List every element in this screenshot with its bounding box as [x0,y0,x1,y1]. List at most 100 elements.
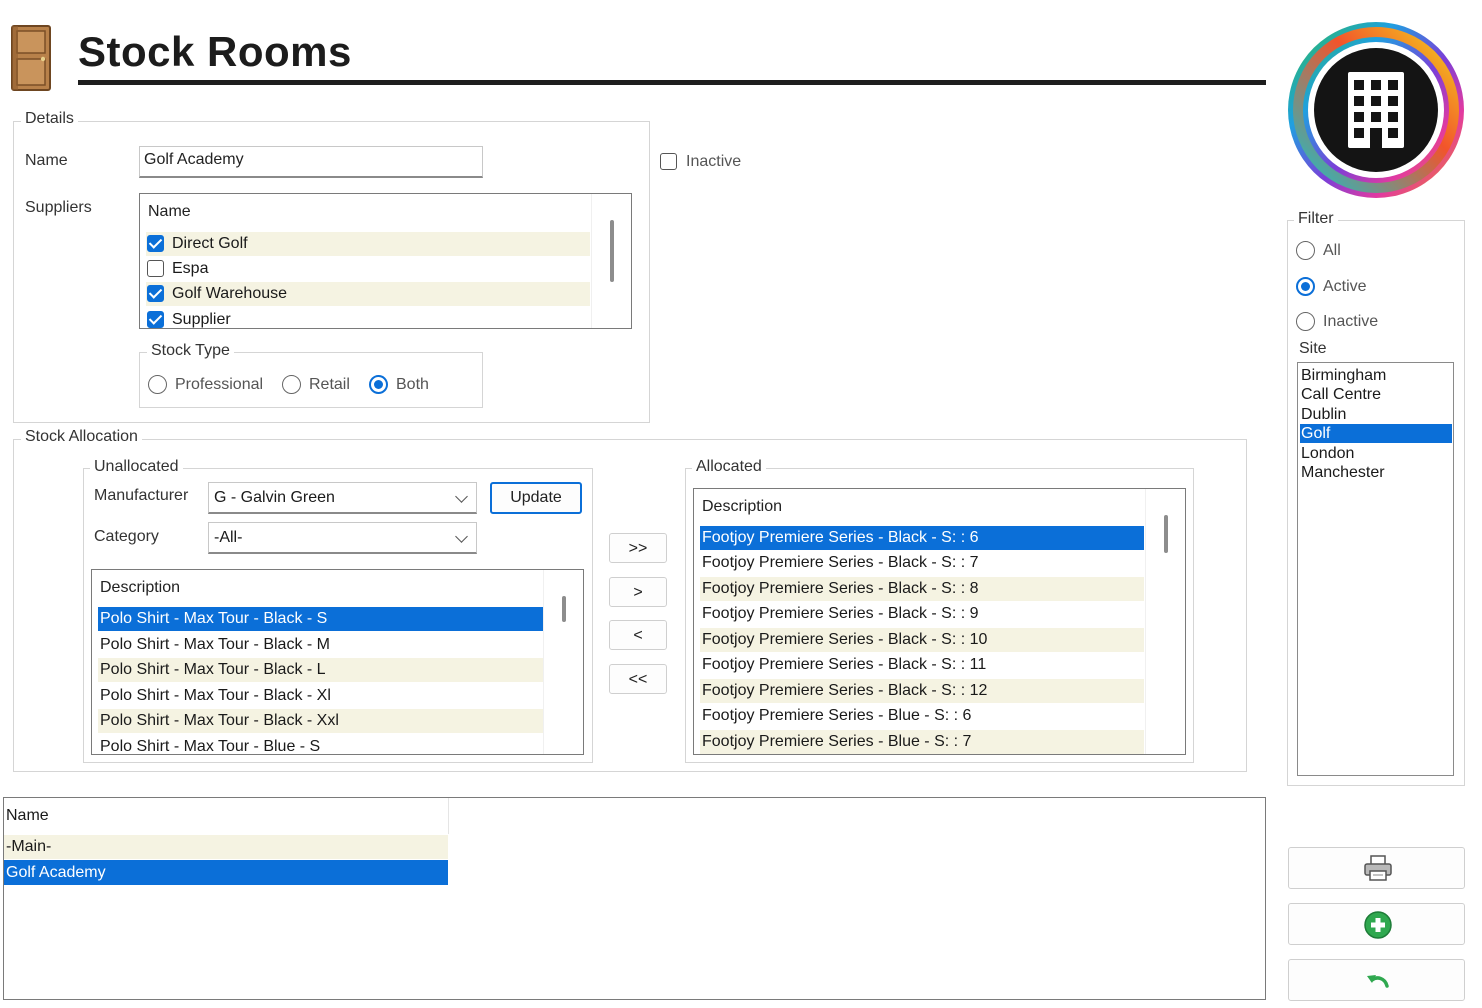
list-item[interactable]: Footjoy Premiere Series - Blue - S: : 6 [700,704,1144,728]
supplier-checkbox[interactable] [147,311,164,328]
allocated-list[interactable]: Description Footjoy Premiere Series - Bl… [693,488,1186,755]
stock-type-professional[interactable]: Professional [148,375,268,397]
print-button[interactable] [1288,847,1465,889]
manufacturer-label: Manufacturer [94,487,189,504]
stock-rooms-grid[interactable]: Name -Main- Golf Academy [3,797,1266,1000]
list-item[interactable]: Polo Shirt - Max Tour - Black - Xxl [98,709,543,733]
professional-label: Professional [175,376,264,393]
details-legend: Details [21,110,78,128]
supplier-row[interactable]: Golf Warehouse [146,282,590,306]
filter-legend: Filter [1294,210,1338,228]
stock-rooms-logo-icon [1288,22,1464,198]
filter-all-label: All [1323,242,1341,259]
radio-retail[interactable] [282,375,301,394]
update-button[interactable]: Update [490,482,582,514]
inactive-checkbox[interactable]: Inactive [660,152,760,174]
supplier-checkbox[interactable] [147,260,164,277]
unallocated-list-header: Description [92,570,583,606]
supplier-checkbox[interactable] [147,285,164,302]
inactive-label: Inactive [686,153,742,170]
list-item[interactable]: Footjoy Premiere Series - Black - S: : 9 [700,602,1144,626]
chevron-down-icon [455,530,468,543]
allocated-list-header: Description [694,489,1185,525]
door-icon [11,25,51,91]
supplier-name: Golf Warehouse [172,285,288,302]
allocate-button[interactable]: > [609,577,667,607]
allocated-scroll-thumb[interactable] [1164,515,1168,553]
list-item[interactable]: Footjoy Premiere Series - Black - S: : 1… [700,653,1144,677]
unallocated-scroll-thumb[interactable] [562,596,566,622]
unallocated-scrollbar[interactable] [543,570,583,754]
unallocated-legend: Unallocated [90,458,183,476]
supplier-checkbox[interactable] [147,235,164,252]
grid-header-name[interactable]: Name [6,798,449,834]
filter-inactive[interactable]: Inactive [1296,312,1416,334]
printer-icon [1364,855,1392,881]
list-item[interactable]: Polo Shirt - Max Tour - Black - S [98,607,543,631]
stock-type-legend: Stock Type [147,342,234,360]
stock-type-both[interactable]: Both [369,375,449,397]
stock-type-retail[interactable]: Retail [282,375,362,397]
allocated-legend: Allocated [692,458,766,476]
unallocate-button[interactable]: < [609,620,667,650]
list-item[interactable]: Polo Shirt - Max Tour - Blue - S [98,735,543,754]
table-row[interactable]: Golf Academy [4,860,448,885]
suppliers-list[interactable]: Name Direct Golf Espa Golf Warehouse Sup… [139,193,632,329]
manufacturer-value: G - Galvin Green [214,489,335,506]
retail-label: Retail [309,376,350,393]
list-item[interactable]: Footjoy Premiere Series - Black - S: : 7 [700,551,1144,575]
allocate-all-button[interactable]: >> [609,533,667,563]
category-label: Category [94,528,159,545]
supplier-row[interactable]: Supplier [146,308,590,328]
name-field[interactable]: Golf Academy [139,146,483,178]
category-dropdown[interactable]: -All- [208,522,477,554]
list-item[interactable]: Footjoy Premiere Series - Black - S: : 1… [700,628,1144,652]
suppliers-scrollbar[interactable] [591,194,631,328]
suppliers-label: Suppliers [25,199,92,216]
supplier-row[interactable]: Espa [146,257,590,281]
list-item[interactable]: Polo Shirt - Max Tour - Black - Xl [98,684,543,708]
manufacturer-dropdown[interactable]: G - Galvin Green [208,482,477,514]
list-item[interactable]: Footjoy Premiere Series - Black - S: : 8 [700,577,1144,601]
site-item[interactable]: Manchester [1301,463,1451,482]
unallocated-list[interactable]: Description Polo Shirt - Max Tour - Blac… [91,569,584,755]
filter-all[interactable]: All [1296,241,1416,263]
undo-icon [1367,975,1389,988]
site-list[interactable]: Birmingham Call Centre Dublin Golf Londo… [1297,362,1454,776]
name-label: Name [25,152,68,169]
add-button[interactable] [1288,903,1465,945]
filter-active[interactable]: Active [1296,277,1416,299]
list-item[interactable]: Footjoy Premiere Series - Blue - S: : 7 [700,730,1144,754]
suppliers-list-header: Name [140,194,631,230]
site-label: Site [1299,340,1327,357]
stock-allocation-legend: Stock Allocation [21,428,142,446]
list-item[interactable]: Footjoy Premiere Series - Black - S: : 1… [700,679,1144,703]
site-item[interactable]: London [1301,444,1451,463]
list-item[interactable]: Polo Shirt - Max Tour - Black - L [98,658,543,682]
supplier-row[interactable]: Direct Golf [146,232,590,256]
radio-all[interactable] [1296,241,1315,260]
list-item[interactable]: Polo Shirt - Max Tour - Black - M [98,633,543,657]
suppliers-scroll-thumb[interactable] [610,220,614,282]
both-label: Both [396,376,429,393]
list-item[interactable]: Footjoy Premiere Series - Black - S: : 6 [700,526,1144,550]
site-item[interactable]: Golf [1300,424,1452,443]
site-item[interactable]: Birmingham [1301,366,1451,385]
supplier-name: Supplier [172,311,231,328]
site-item[interactable]: Dublin [1301,405,1451,424]
radio-professional[interactable] [148,375,167,394]
allocated-scrollbar[interactable] [1145,489,1185,754]
radio-active[interactable] [1296,277,1315,296]
filter-inactive-label: Inactive [1323,313,1379,330]
title-divider [78,80,1266,85]
add-icon [1364,911,1392,939]
supplier-name: Espa [172,260,209,277]
table-row[interactable]: -Main- [4,835,448,859]
undo-button[interactable] [1288,959,1465,1001]
inactive-checkbox-box[interactable] [660,153,677,170]
radio-both[interactable] [369,375,388,394]
page-title: Stock Rooms [78,28,352,75]
site-item[interactable]: Call Centre [1301,385,1451,404]
unallocate-all-button[interactable]: << [609,664,667,694]
radio-inactive[interactable] [1296,312,1315,331]
